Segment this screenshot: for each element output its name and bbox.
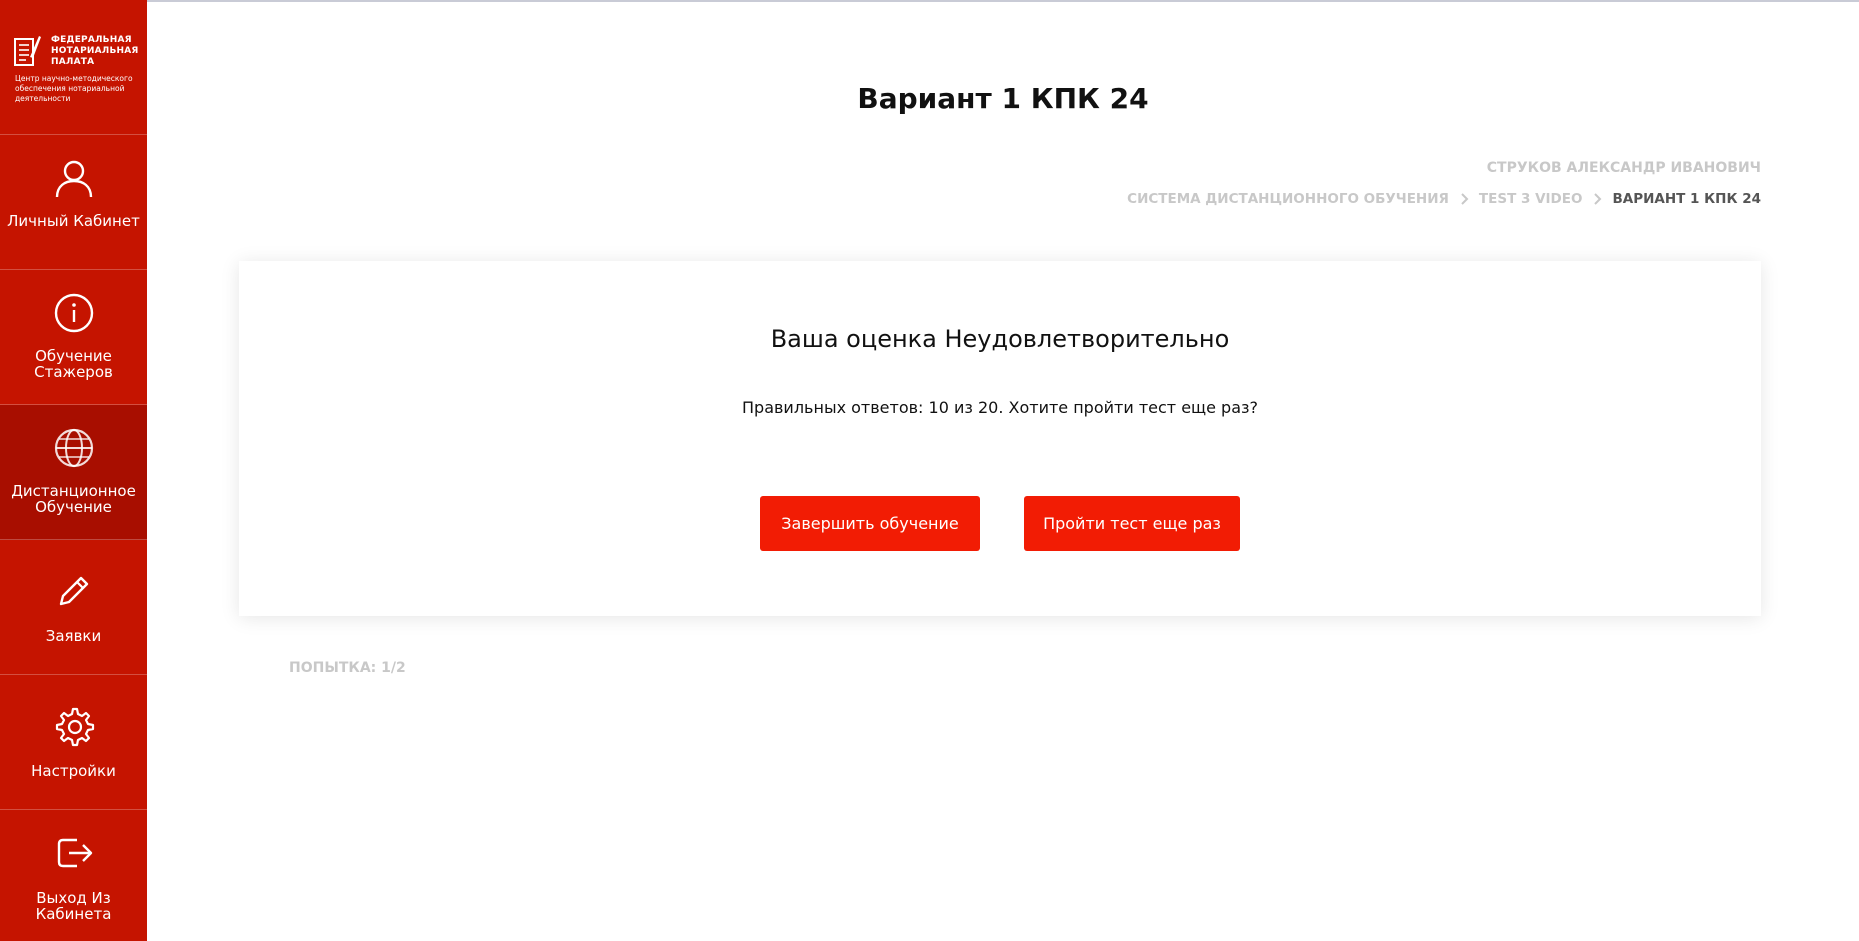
result-card: Ваша оценка Неудовлетворительно Правильн…: [239, 261, 1761, 616]
sidebar-item-label: Личный Кабинет: [7, 212, 140, 230]
breadcrumb-item-test-3-video[interactable]: TEST 3 VIDEO: [1479, 191, 1583, 207]
chevron-right-icon: [1461, 193, 1469, 205]
breadcrumb-item-current: ВАРИАНТ 1 КПК 24: [1612, 191, 1761, 207]
logout-icon: [57, 838, 92, 868]
breadcrumb: СИСТЕМА ДИСТАНЦИОННОГО ОБУЧЕНИЯ TEST 3 V…: [1127, 191, 1761, 207]
retry-test-button[interactable]: Пройти тест еще раз: [1024, 496, 1240, 551]
globe-icon: [54, 428, 93, 468]
pencil-icon: [59, 576, 88, 606]
sidebar-item-label: Выход Из Кабинета: [35, 889, 112, 923]
sidebar-item-label: Настройки: [31, 762, 116, 780]
finish-learning-button[interactable]: Завершить обучение: [760, 496, 980, 551]
notary-emblem-icon: [14, 36, 41, 66]
logo[interactable]: ФЕДЕРАЛЬНАЯ НОТАРИАЛЬНАЯ ПАЛАТА Центр на…: [0, 0, 147, 135]
sidebar-item-requests[interactable]: Заявки: [0, 540, 147, 675]
page-title: Вариант 1 КПК 24: [857, 82, 1149, 115]
sidebar-item-label: Обучение Стажеров: [34, 347, 113, 381]
user-icon: [55, 160, 92, 198]
chevron-right-icon: [1594, 193, 1602, 205]
sidebar-item-label: Дистанционное Обучение: [11, 482, 136, 516]
result-title: Ваша оценка Неудовлетворительно: [770, 325, 1230, 353]
breadcrumb-item-distance-learning-system[interactable]: СИСТЕМА ДИСТАНЦИОННОГО ОБУЧЕНИЯ: [1127, 191, 1449, 207]
sidebar-item-logout[interactable]: Выход Из Кабинета: [0, 810, 147, 941]
logo-org-name: ФЕДЕРАЛЬНАЯ НОТАРИАЛЬНАЯ ПАЛАТА: [51, 35, 139, 67]
logo-subtitle: Центр научно-методического обеспечения н…: [15, 74, 133, 103]
result-text: Правильных ответов: 10 из 20. Хотите про…: [742, 398, 1258, 417]
info-icon: [54, 293, 93, 333]
attempt-counter: ПОПЫТКА: 1/2: [289, 660, 406, 676]
sidebar-item-trainee-training[interactable]: Обучение Стажеров: [0, 270, 147, 405]
user-name: СТРУКОВ АЛЕКСАНДР ИВАНОВИЧ: [1486, 160, 1761, 176]
sidebar-item-distance-learning[interactable]: Дистанционное Обучение: [0, 405, 147, 540]
sidebar: ФЕДЕРАЛЬНАЯ НОТАРИАЛЬНАЯ ПАЛАТА Центр на…: [0, 0, 147, 941]
top-border: [0, 0, 1859, 2]
sidebar-item-label: Заявки: [45, 627, 102, 645]
gear-icon: [55, 707, 94, 747]
sidebar-item-settings[interactable]: Настройки: [0, 675, 147, 810]
sidebar-item-personal-cabinet[interactable]: Личный Кабинет: [0, 135, 147, 270]
